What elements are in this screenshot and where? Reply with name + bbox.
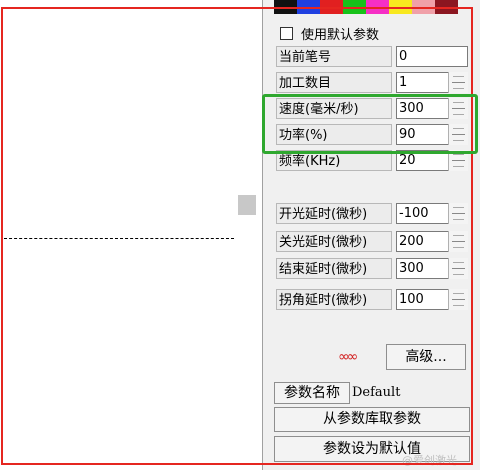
green-highlight-frame: [262, 94, 478, 154]
red-highlight-frame: [1, 7, 473, 465]
